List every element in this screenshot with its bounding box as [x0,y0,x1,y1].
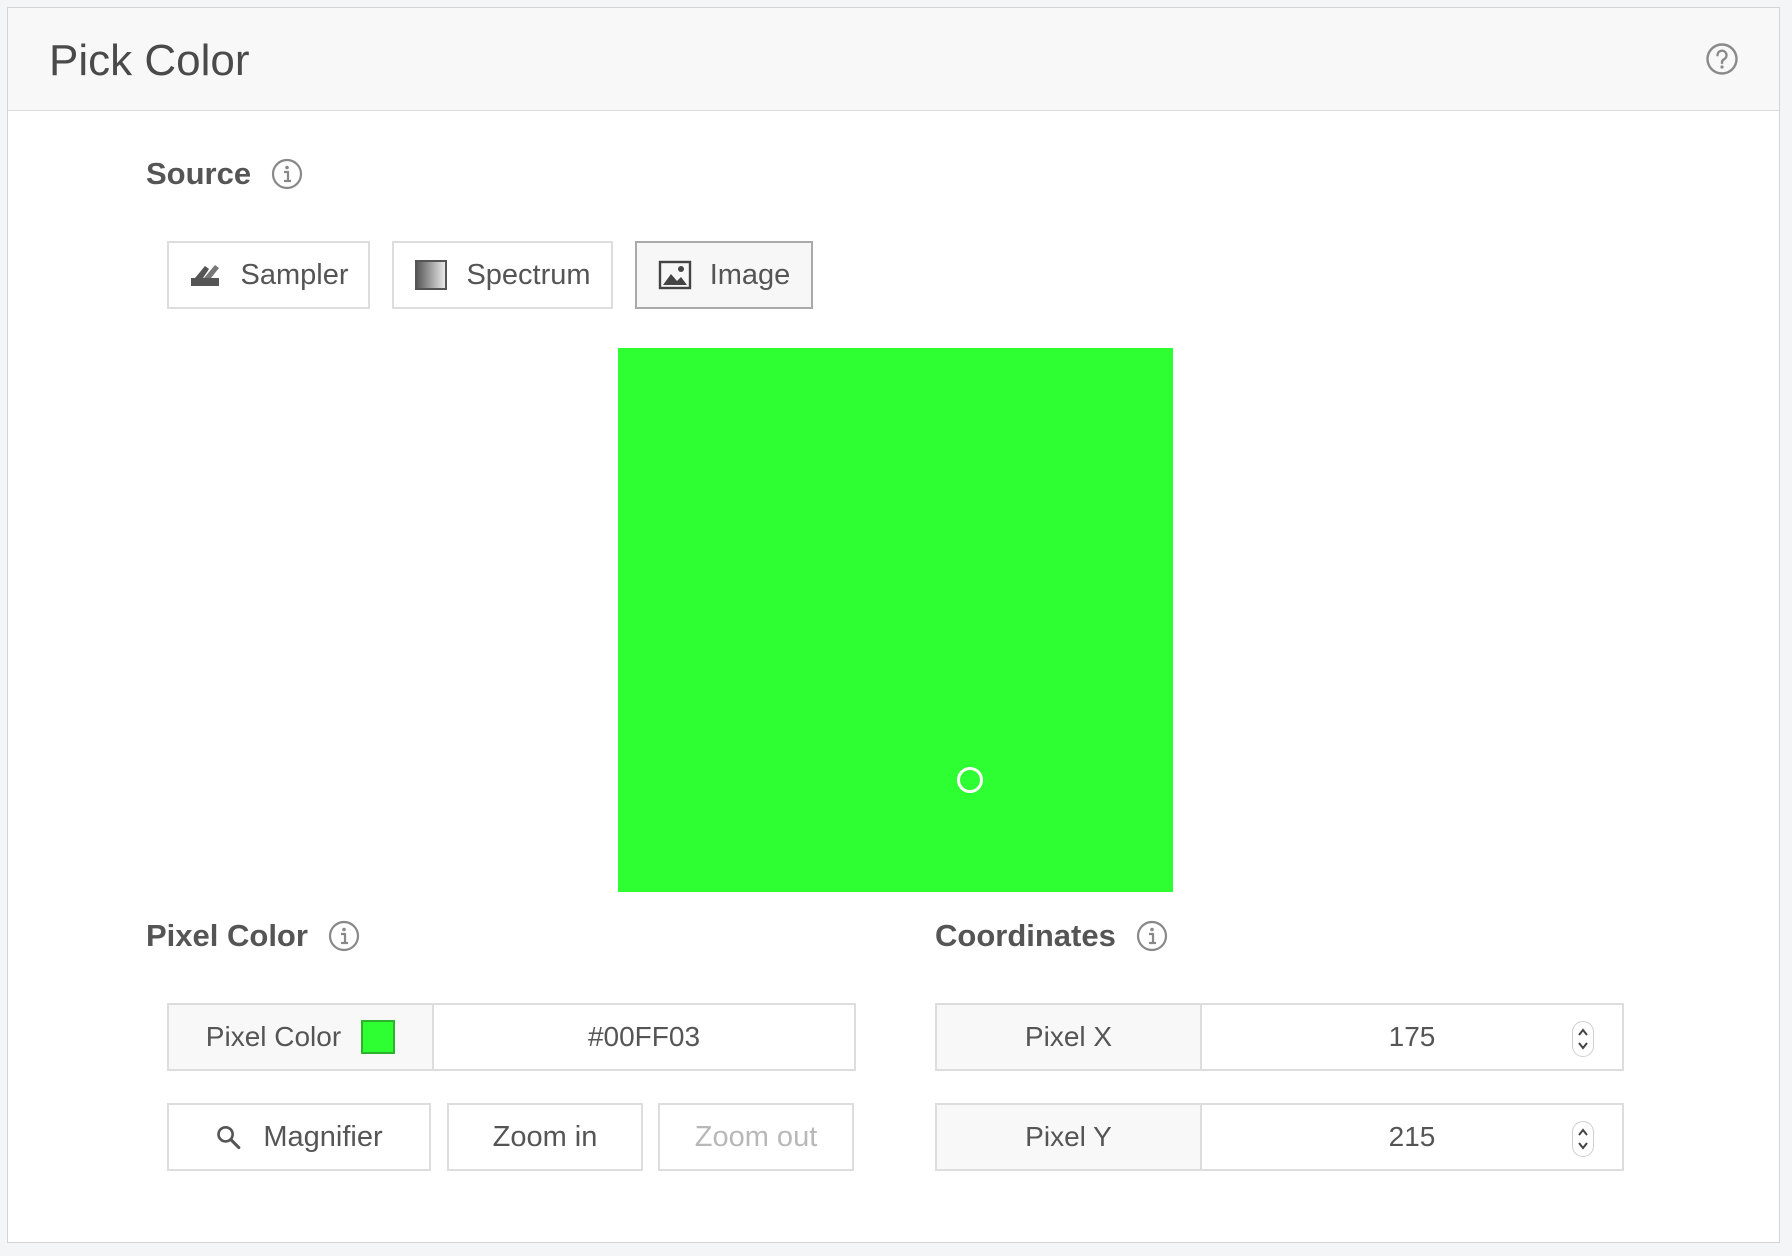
page-title: Pick Color [49,36,250,85]
pixel-y-label: Pixel Y [937,1105,1202,1169]
pixel-color-field-label: Pixel Color [169,1005,434,1069]
coordinates-title: Coordinates [935,918,1116,953]
pixel-y-field: Pixel Y 215 [935,1103,1624,1171]
pixel-y-input[interactable]: 215 [1202,1105,1622,1169]
sampler-icon [190,265,219,286]
pixel-y-stepper[interactable] [1572,1121,1594,1157]
spectrum-icon [415,260,448,290]
stepper-arrows-icon [1578,1028,1588,1050]
image-icon [658,260,691,290]
stepper-arrows-icon [1578,1128,1588,1150]
info-circle-icon[interactable] [328,920,360,952]
tab-image-label: Image [709,258,791,291]
pixel-color-section-title: Pixel Color [146,918,360,954]
pixel-x-stepper[interactable] [1572,1021,1594,1057]
source-section-title: Source [146,156,303,192]
panel-header: Pick Color [8,8,1779,111]
source-title: Source [146,156,252,191]
pick-color-panel: Pick Color Source Sampler Spectrum Image… [7,7,1780,1243]
pixel-color-value[interactable]: #00FF03 [434,1005,854,1069]
search-icon [217,1125,241,1150]
info-circle-icon[interactable] [271,158,303,190]
picker-cursor[interactable] [957,767,983,793]
question-circle-icon[interactable] [1705,42,1739,76]
pixel-y-value: 215 [1388,1121,1436,1152]
tab-sampler[interactable]: Sampler [167,241,370,309]
pixel-color-field: Pixel Color #00FF03 [167,1003,856,1071]
pixel-x-label: Pixel X [937,1005,1202,1069]
zoom-out-label: Zoom out [694,1120,818,1153]
tab-sampler-label: Sampler [240,258,349,291]
color-swatch [361,1020,396,1054]
pixel-x-input[interactable]: 175 [1202,1005,1622,1069]
magnifier-button[interactable]: Magnifier [167,1103,431,1171]
coordinates-section-title: Coordinates [935,918,1168,954]
pixel-x-value: 175 [1388,1021,1436,1052]
zoom-out-button[interactable]: Zoom out [658,1103,854,1171]
tab-spectrum-label: Spectrum [466,258,591,291]
image-canvas[interactable] [618,348,1173,892]
pixel-color-title: Pixel Color [146,918,308,953]
tab-image[interactable]: Image [635,241,813,309]
info-circle-icon[interactable] [1136,920,1168,952]
pixel-x-field: Pixel X 175 [935,1003,1624,1071]
zoom-in-label: Zoom in [492,1120,598,1153]
magnifier-label: Magnifier [263,1120,383,1153]
pixel-color-label: Pixel Color [205,1021,342,1052]
zoom-in-button[interactable]: Zoom in [447,1103,643,1171]
tab-spectrum[interactable]: Spectrum [392,241,613,309]
